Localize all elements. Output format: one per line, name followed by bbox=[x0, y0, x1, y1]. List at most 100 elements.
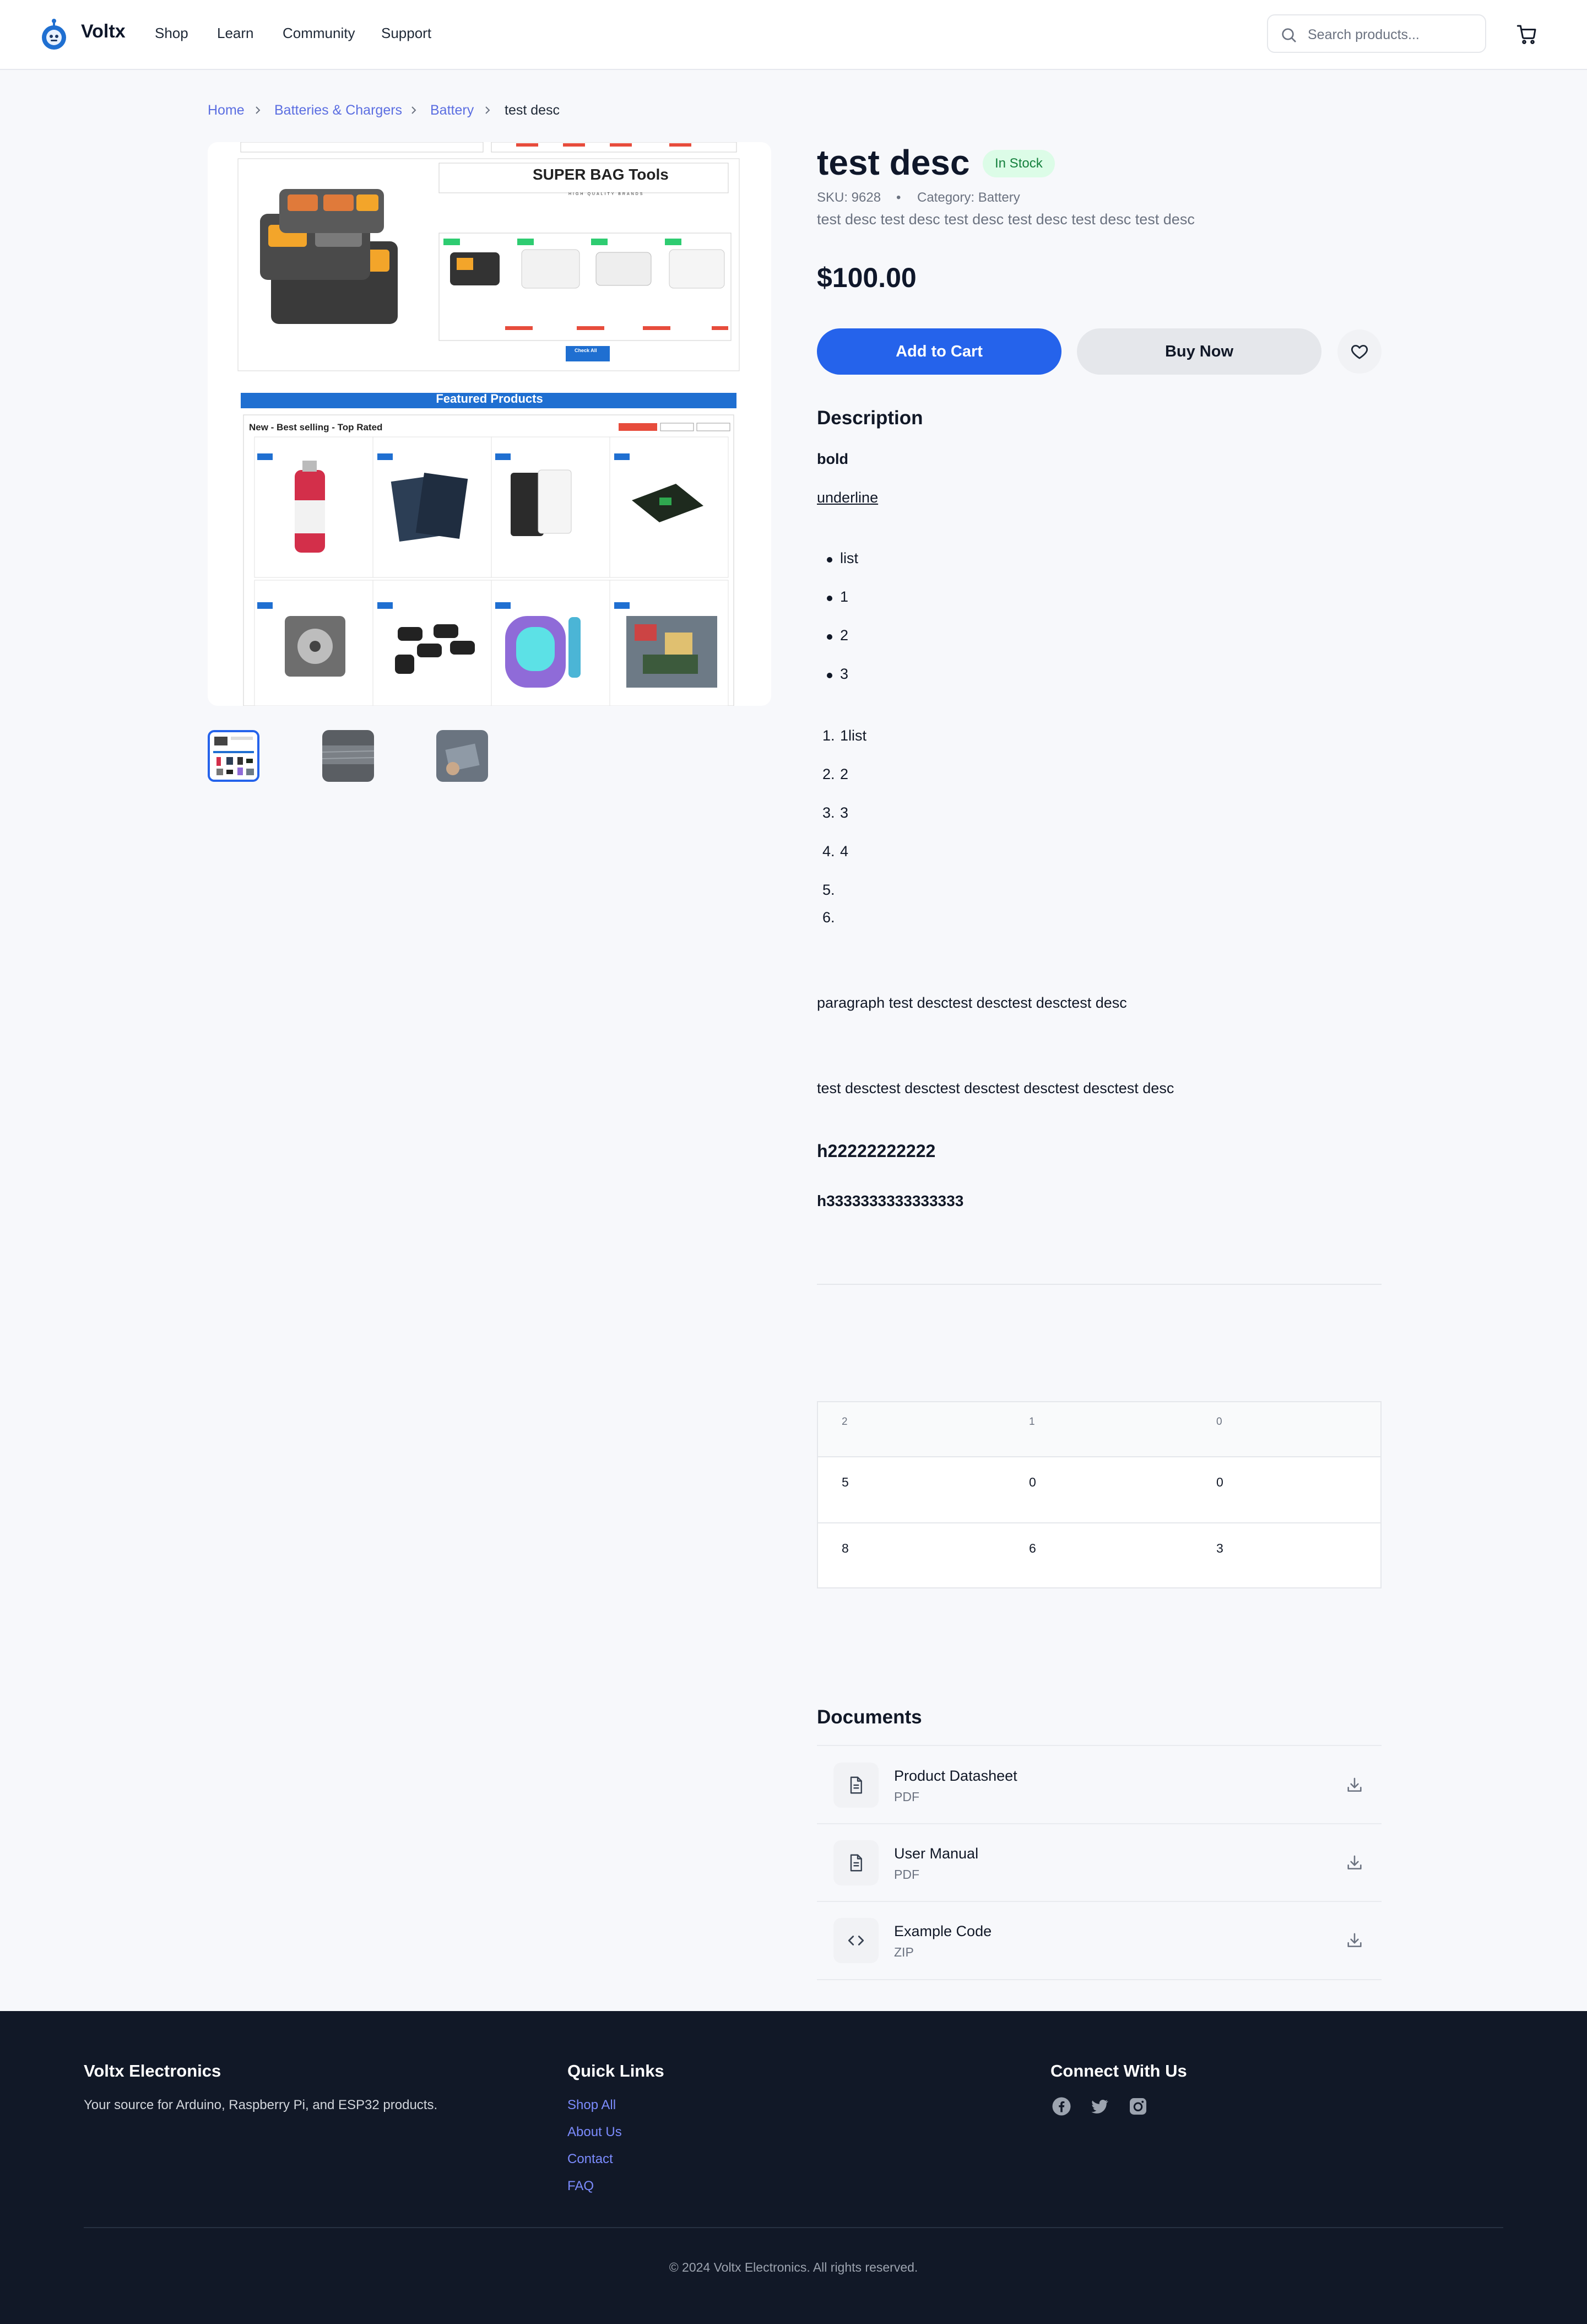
robot-logo-icon[interactable] bbox=[39, 18, 69, 51]
table-cell: 0 bbox=[1216, 1475, 1223, 1489]
search-input[interactable] bbox=[1307, 23, 1474, 46]
footer-links-heading: Quick Links bbox=[567, 2061, 664, 2080]
list-item: list bbox=[840, 550, 858, 566]
stock-badge: In Stock bbox=[983, 150, 1055, 177]
brand-name[interactable]: Voltx bbox=[81, 21, 126, 42]
footer-divider bbox=[84, 2227, 1503, 2228]
documents-heading: Documents bbox=[817, 1706, 922, 1728]
nav-shop[interactable]: Shop bbox=[155, 25, 188, 42]
description-bold-text: bold bbox=[817, 451, 848, 467]
ordered-number: 1. bbox=[822, 727, 835, 744]
search-icon bbox=[1282, 28, 1296, 42]
chevron-right-icon bbox=[485, 106, 490, 114]
download-icon[interactable] bbox=[1345, 1853, 1364, 1872]
bullet-dot bbox=[827, 557, 832, 563]
featured-subtitle: New - Best selling - Top Rated bbox=[249, 422, 383, 433]
description-paragraph: test desctest desctest desctest desctest… bbox=[817, 1080, 1174, 1096]
facebook-icon[interactable] bbox=[1052, 2096, 1071, 2116]
breadcrumb-category[interactable]: Batteries & Chargers bbox=[274, 102, 402, 118]
table-header-cell: 2 bbox=[842, 1416, 848, 1428]
download-icon[interactable] bbox=[1345, 1776, 1364, 1795]
nav-support[interactable]: Support bbox=[381, 25, 431, 42]
table-header-cell: 0 bbox=[1216, 1416, 1222, 1428]
table-header-cell: 1 bbox=[1029, 1416, 1035, 1428]
document-icon-box bbox=[833, 1840, 879, 1885]
check-all-button: Check All bbox=[575, 348, 597, 353]
product-category: Category: Battery bbox=[917, 190, 1020, 205]
breadcrumb-home[interactable]: Home bbox=[208, 102, 245, 118]
breadcrumb-current: test desc bbox=[505, 102, 560, 118]
wishlist-button[interactable] bbox=[1337, 329, 1382, 374]
description-paragraph: paragraph test desctest desctest desctes… bbox=[817, 995, 1127, 1011]
document-type: ZIP bbox=[894, 1945, 914, 1959]
document-divider bbox=[817, 1745, 1382, 1746]
banner-subtitle: HIGH QUALITY BRANDS bbox=[568, 192, 644, 196]
code-icon bbox=[848, 1936, 864, 1945]
table-header-row bbox=[818, 1402, 1380, 1457]
nav-community[interactable]: Community bbox=[283, 25, 355, 42]
file-text-icon bbox=[850, 1776, 862, 1794]
document-icon-box bbox=[833, 1918, 879, 1963]
description-underline-text: underline bbox=[817, 489, 879, 506]
nav-learn[interactable]: Learn bbox=[217, 25, 254, 42]
heart-icon bbox=[1351, 344, 1368, 359]
description-h2: h22222222222 bbox=[817, 1141, 936, 1161]
thumbnail-2[interactable] bbox=[322, 730, 374, 782]
download-icon[interactable] bbox=[1345, 1931, 1364, 1950]
footer-link-faq[interactable]: FAQ bbox=[567, 2179, 594, 2194]
footer-copyright: © 2024 Voltx Electronics. All rights res… bbox=[669, 2260, 918, 2274]
footer-link-shop-all[interactable]: Shop All bbox=[567, 2098, 616, 2113]
site-header: Voltx Shop Learn Community Support bbox=[0, 0, 1587, 70]
product-price: $100.00 bbox=[817, 262, 917, 293]
bullet-dot bbox=[827, 673, 832, 678]
ordered-item: 4 bbox=[840, 843, 849, 860]
document-name[interactable]: Example Code bbox=[894, 1923, 992, 1940]
document-name[interactable]: Product Datasheet bbox=[894, 1768, 1017, 1785]
instagram-icon[interactable] bbox=[1128, 2096, 1148, 2116]
chevron-right-icon bbox=[411, 106, 416, 114]
footer-connect-heading: Connect With Us bbox=[1050, 2061, 1187, 2080]
table-cell: 8 bbox=[842, 1541, 849, 1555]
twitter-icon[interactable] bbox=[1090, 2096, 1109, 2116]
footer-link-contact[interactable]: Contact bbox=[567, 2152, 613, 2167]
buy-now-button[interactable]: Buy Now bbox=[1077, 328, 1321, 375]
thumbnail-1[interactable] bbox=[208, 730, 259, 782]
thumbnail-3[interactable] bbox=[436, 730, 488, 782]
document-divider bbox=[817, 1823, 1382, 1824]
list-item: 1 bbox=[840, 588, 849, 605]
file-text-icon bbox=[850, 1854, 862, 1872]
list-item: 2 bbox=[840, 627, 849, 644]
description-heading: Description bbox=[817, 407, 923, 429]
meta-separator: • bbox=[896, 190, 901, 205]
breadcrumb-subcategory[interactable]: Battery bbox=[430, 102, 474, 118]
list-item: 3 bbox=[840, 666, 849, 682]
add-to-cart-button[interactable]: Add to Cart bbox=[817, 328, 1061, 375]
document-name[interactable]: User Manual bbox=[894, 1845, 978, 1862]
document-icon-box bbox=[833, 1763, 879, 1808]
thumbnail-image bbox=[322, 730, 374, 782]
ordered-number: 3. bbox=[822, 804, 835, 821]
ordered-item: 1list bbox=[840, 727, 867, 744]
footer-about-heading: Voltx Electronics bbox=[84, 2061, 221, 2080]
banner-title: SUPER BAG Tools bbox=[533, 166, 669, 183]
ordered-item: 2 bbox=[840, 766, 849, 782]
document-type: PDF bbox=[894, 1867, 919, 1882]
description-divider bbox=[817, 1284, 1382, 1285]
table-cell: 0 bbox=[1029, 1475, 1036, 1489]
chevron-right-icon bbox=[256, 106, 261, 114]
ordered-number: 4. bbox=[822, 843, 835, 860]
product-image-main[interactable]: SUPER BAG Tools HIGH QUALITY BRANDS Chec… bbox=[208, 142, 771, 706]
document-divider bbox=[817, 1979, 1382, 1980]
product-sku: SKU: 9628 bbox=[817, 190, 881, 205]
site-footer bbox=[0, 2011, 1587, 2324]
document-type: PDF bbox=[894, 1790, 919, 1804]
description-h3: h3333333333333333 bbox=[817, 1192, 964, 1209]
table-cell: 3 bbox=[1216, 1541, 1223, 1555]
search-box[interactable] bbox=[1267, 14, 1486, 53]
thumbnail-image bbox=[436, 730, 488, 782]
cart-icon[interactable] bbox=[1516, 23, 1538, 45]
bullet-dot bbox=[827, 634, 832, 640]
footer-link-about-us[interactable]: About Us bbox=[567, 2125, 622, 2140]
table-row-divider bbox=[818, 1522, 1380, 1523]
featured-title: Featured Products bbox=[436, 392, 543, 406]
